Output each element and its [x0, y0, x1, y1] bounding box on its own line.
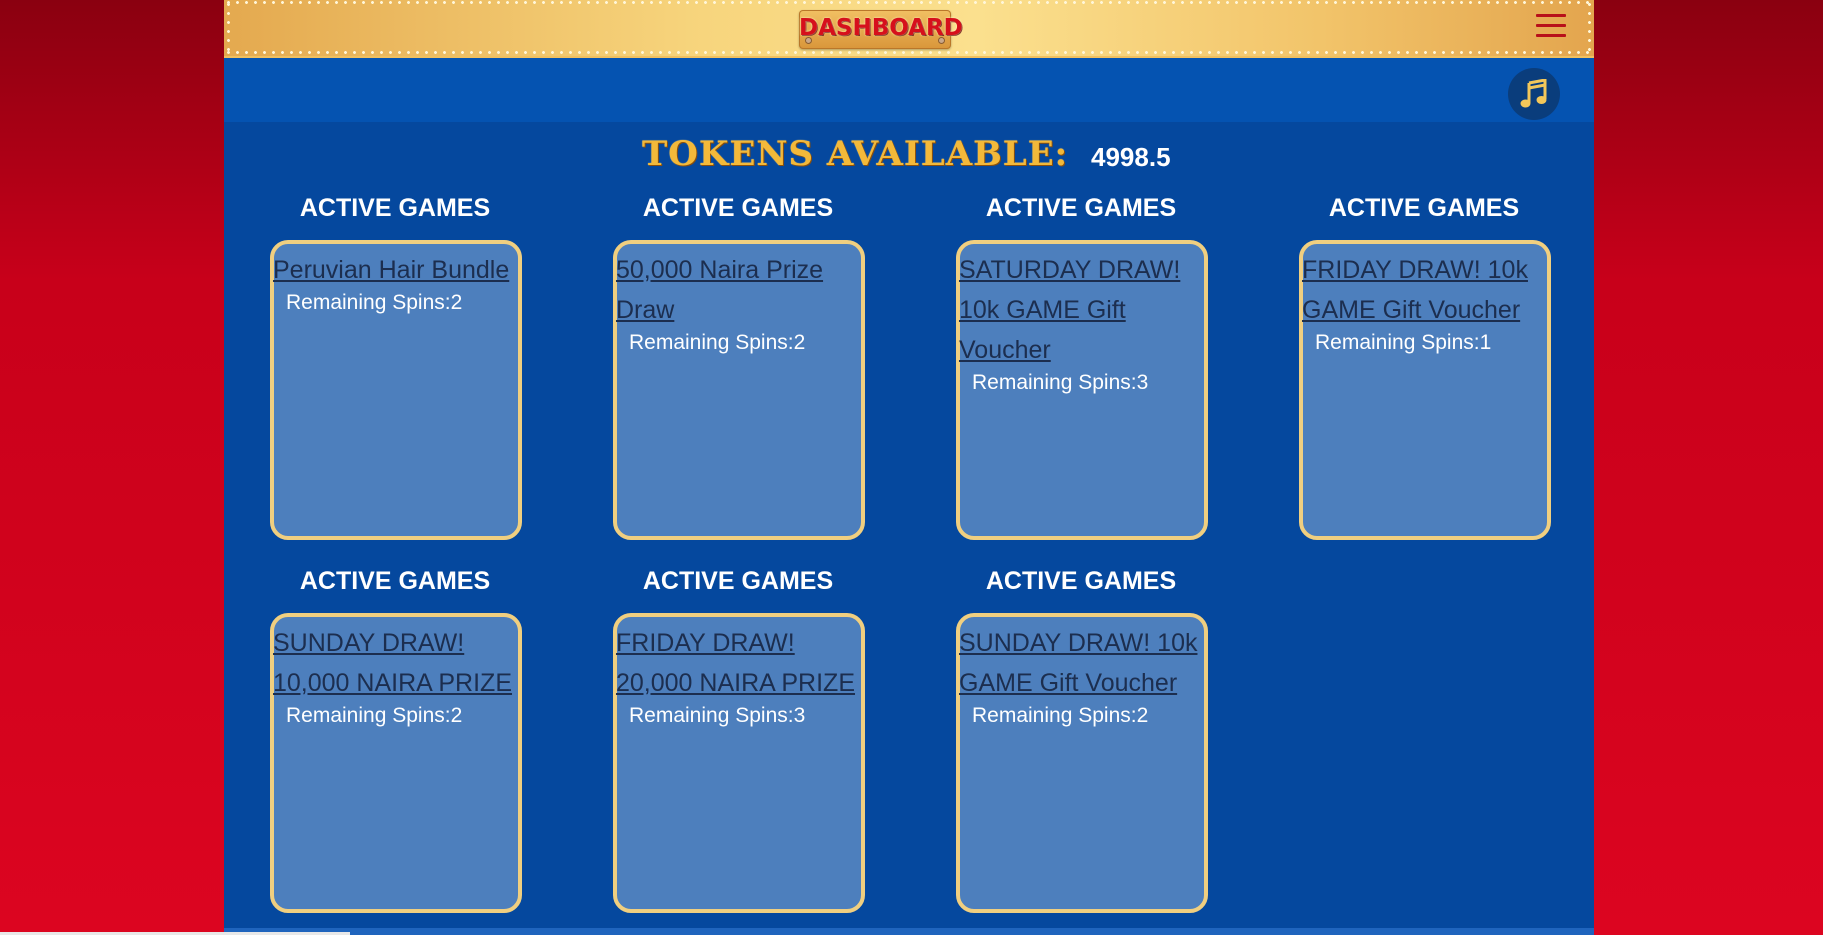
bottom-edge: [224, 928, 1594, 935]
game-link[interactable]: 50,000 Naira Prize Draw: [616, 244, 866, 330]
game-card[interactable]: 50,000 Naira Prize Draw Remaining Spins:…: [613, 240, 865, 540]
game-tile: ACTIVE GAMES SATURDAY DRAW! 10k GAME Gif…: [956, 190, 1208, 540]
remaining-spins: Remaining Spins:3: [972, 371, 1149, 394]
game-tile: ACTIVE GAMES FRIDAY DRAW! 10k GAME Gift …: [1299, 190, 1551, 540]
game-card[interactable]: FRIDAY DRAW! 10k GAME Gift Voucher Remai…: [1299, 240, 1551, 540]
section-title: ACTIVE GAMES: [985, 567, 1177, 595]
remaining-spins: Remaining Spins:3: [629, 704, 806, 727]
game-tile: ACTIVE GAMES SUNDAY DRAW! 10,000 NAIRA P…: [270, 563, 522, 913]
game-card[interactable]: FRIDAY DRAW! 20,000 NAIRA PRIZE Remainin…: [613, 613, 865, 913]
remaining-spins: Remaining Spins:2: [972, 704, 1149, 727]
section-title: ACTIVE GAMES: [299, 194, 491, 222]
section-title: ACTIVE GAMES: [642, 567, 834, 595]
section-title: ACTIVE GAMES: [642, 194, 834, 222]
game-link[interactable]: SATURDAY DRAW! 10k GAME Gift Voucher: [959, 244, 1209, 370]
game-tile: ACTIVE GAMES 50,000 Naira Prize Draw Rem…: [613, 190, 865, 540]
game-link[interactable]: FRIDAY DRAW! 20,000 NAIRA PRIZE: [616, 617, 866, 703]
dashboard-frame: DASHBOARD TOKENS AVAILABLE: 4998.5 ACTIV…: [224, 0, 1594, 935]
section-title: ACTIVE GAMES: [985, 194, 1177, 222]
remaining-spins: Remaining Spins:2: [286, 704, 463, 727]
game-card[interactable]: SUNDAY DRAW! 10k GAME Gift Voucher Remai…: [956, 613, 1208, 913]
game-link[interactable]: SUNDAY DRAW! 10k GAME Gift Voucher: [959, 617, 1209, 703]
remaining-spins: Remaining Spins:2: [629, 331, 806, 354]
section-title: ACTIVE GAMES: [1328, 194, 1520, 222]
game-card[interactable]: SUNDAY DRAW! 10,000 NAIRA PRIZE Remainin…: [270, 613, 522, 913]
game-card[interactable]: Peruvian Hair Bundle Remaining Spins:2: [270, 240, 522, 540]
remaining-spins: Remaining Spins:2: [286, 291, 463, 314]
section-title: ACTIVE GAMES: [299, 567, 491, 595]
game-card[interactable]: SATURDAY DRAW! 10k GAME Gift Voucher Rem…: [956, 240, 1208, 540]
games-grid: ACTIVE GAMES Peruvian Hair Bundle Remain…: [224, 0, 1594, 935]
game-tile: ACTIVE GAMES SUNDAY DRAW! 10k GAME Gift …: [956, 563, 1208, 913]
game-link[interactable]: Peruvian Hair Bundle: [273, 244, 523, 290]
game-link[interactable]: FRIDAY DRAW! 10k GAME Gift Voucher: [1302, 244, 1552, 330]
game-tile: ACTIVE GAMES Peruvian Hair Bundle Remain…: [270, 190, 522, 540]
remaining-spins: Remaining Spins:1: [1315, 331, 1492, 354]
game-tile: ACTIVE GAMES FRIDAY DRAW! 20,000 NAIRA P…: [613, 563, 865, 913]
game-link[interactable]: SUNDAY DRAW! 10,000 NAIRA PRIZE: [273, 617, 523, 703]
